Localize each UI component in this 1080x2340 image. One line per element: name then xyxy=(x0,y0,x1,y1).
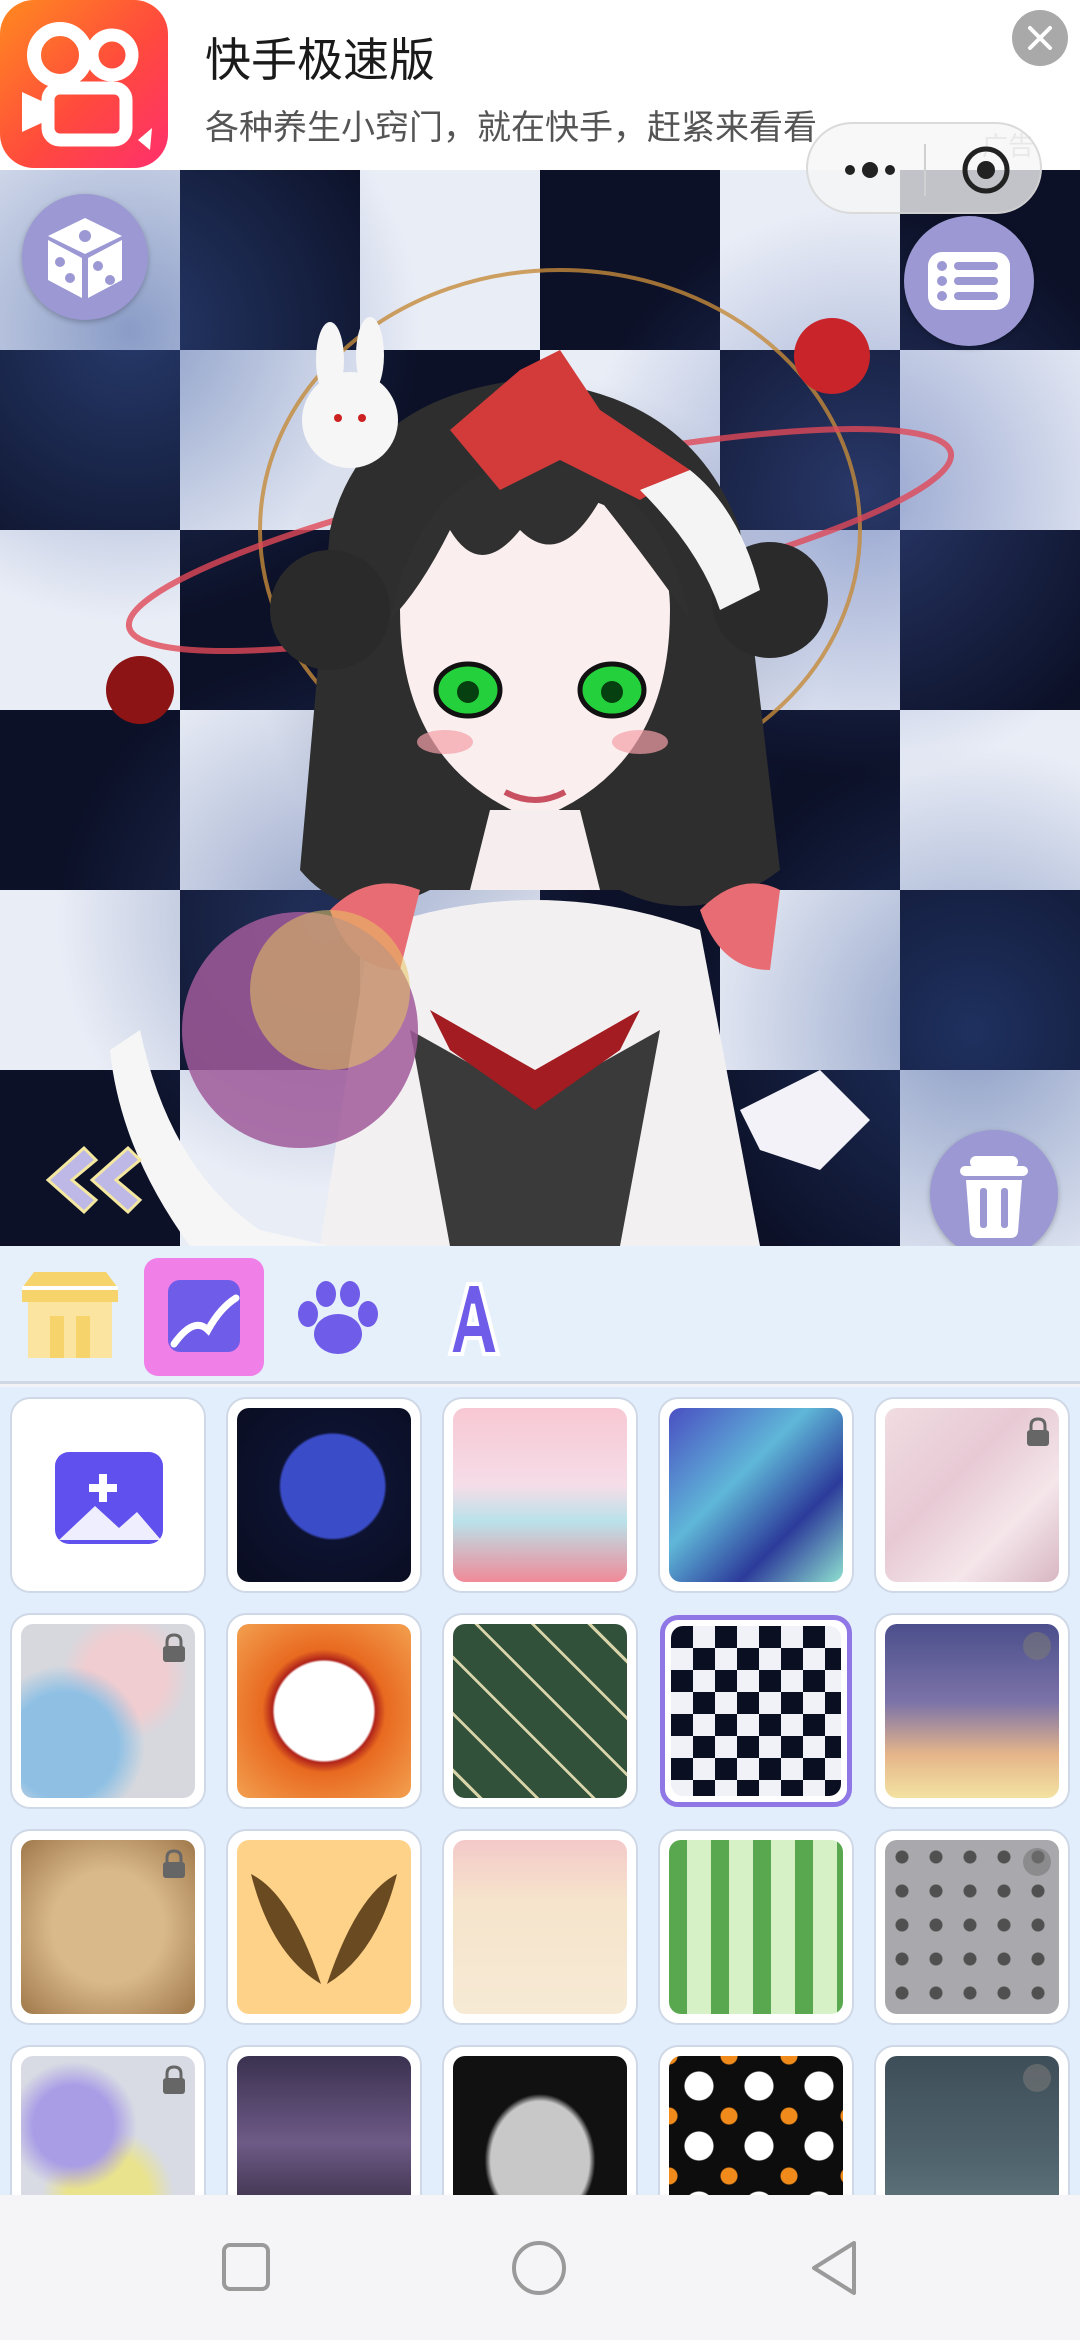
miniprogram-capsule[interactable] xyxy=(806,122,1042,214)
category-tabs xyxy=(0,1246,1080,1384)
lock-icon xyxy=(1027,1417,1049,1446)
dice-icon xyxy=(48,218,122,298)
layer-menu-button[interactable] xyxy=(904,216,1034,346)
lock-icon xyxy=(163,1633,185,1662)
pet-tab[interactable] xyxy=(278,1258,398,1376)
bg-marble-pink[interactable] xyxy=(876,1399,1068,1591)
bg-night-moon[interactable] xyxy=(876,2047,1068,2195)
exit-target-icon[interactable] xyxy=(960,144,1012,196)
bg-orange-frame[interactable] xyxy=(228,1615,420,1807)
shop-tab[interactable] xyxy=(10,1258,130,1376)
shop-icon xyxy=(22,1272,118,1358)
bg-green-leaves[interactable] xyxy=(660,1831,852,2023)
bg-sunset-sky[interactable] xyxy=(876,1615,1068,1807)
bg-floral-cream[interactable] xyxy=(444,1831,636,2023)
trash-icon xyxy=(960,1156,1028,1238)
letter-a-icon xyxy=(447,1282,501,1356)
recent-apps-icon[interactable] xyxy=(220,2241,272,2293)
back-chevron-icon[interactable] xyxy=(34,1140,144,1220)
video-play-icon xyxy=(1023,1632,1051,1660)
wings-icon xyxy=(251,1874,397,1984)
random-dice-button[interactable] xyxy=(22,194,148,320)
lock-icon xyxy=(163,2065,185,2094)
paw-icon xyxy=(298,1281,378,1354)
bg-galaxy[interactable] xyxy=(228,1399,420,1591)
bg-swirl-lines[interactable] xyxy=(660,1399,852,1591)
bg-watercolor-blue[interactable] xyxy=(12,1615,204,1807)
bg-paint-splash[interactable] xyxy=(12,2047,204,2195)
character-canvas[interactable] xyxy=(0,170,1080,1246)
background-tab[interactable] xyxy=(144,1258,264,1376)
system-navigation-bar xyxy=(0,2195,1080,2340)
bg-green-pattern[interactable] xyxy=(444,1615,636,1807)
back-icon[interactable] xyxy=(808,2239,860,2297)
more-icon[interactable] xyxy=(840,152,900,188)
image-icon xyxy=(168,1280,240,1352)
close-icon[interactable] xyxy=(1012,10,1068,66)
ad-title[interactable]: 快手极速版 xyxy=(205,24,435,90)
bg-purple-mountains[interactable] xyxy=(228,2047,420,2195)
add-image-icon xyxy=(55,1452,163,1544)
lock-icon xyxy=(163,1849,185,1878)
upload-image-button[interactable] xyxy=(12,1399,204,1591)
bg-pastel-clouds[interactable] xyxy=(444,1399,636,1591)
background-grid xyxy=(0,1387,1080,2195)
delete-button[interactable] xyxy=(930,1130,1058,1246)
text-tab[interactable] xyxy=(412,1258,532,1376)
bg-wings[interactable] xyxy=(228,1831,420,2023)
ad-subtitle[interactable]: 各种养生小窍门，就在快手，赶紧来看看 xyxy=(205,100,817,149)
video-play-icon xyxy=(1023,1848,1051,1876)
home-icon[interactable] xyxy=(510,2239,568,2297)
bg-halloween-frame[interactable] xyxy=(444,2047,636,2195)
kuaishou-logo-icon[interactable] xyxy=(0,0,168,168)
bg-skull-grey[interactable] xyxy=(876,1831,1068,2023)
bg-checkerboard[interactable] xyxy=(660,1615,852,1807)
bg-ghosts[interactable] xyxy=(660,2047,852,2195)
video-play-icon xyxy=(1023,2064,1051,2092)
menu-list-icon xyxy=(928,252,1010,310)
bg-old-paper[interactable] xyxy=(12,1831,204,2023)
capsule-divider xyxy=(924,144,926,196)
